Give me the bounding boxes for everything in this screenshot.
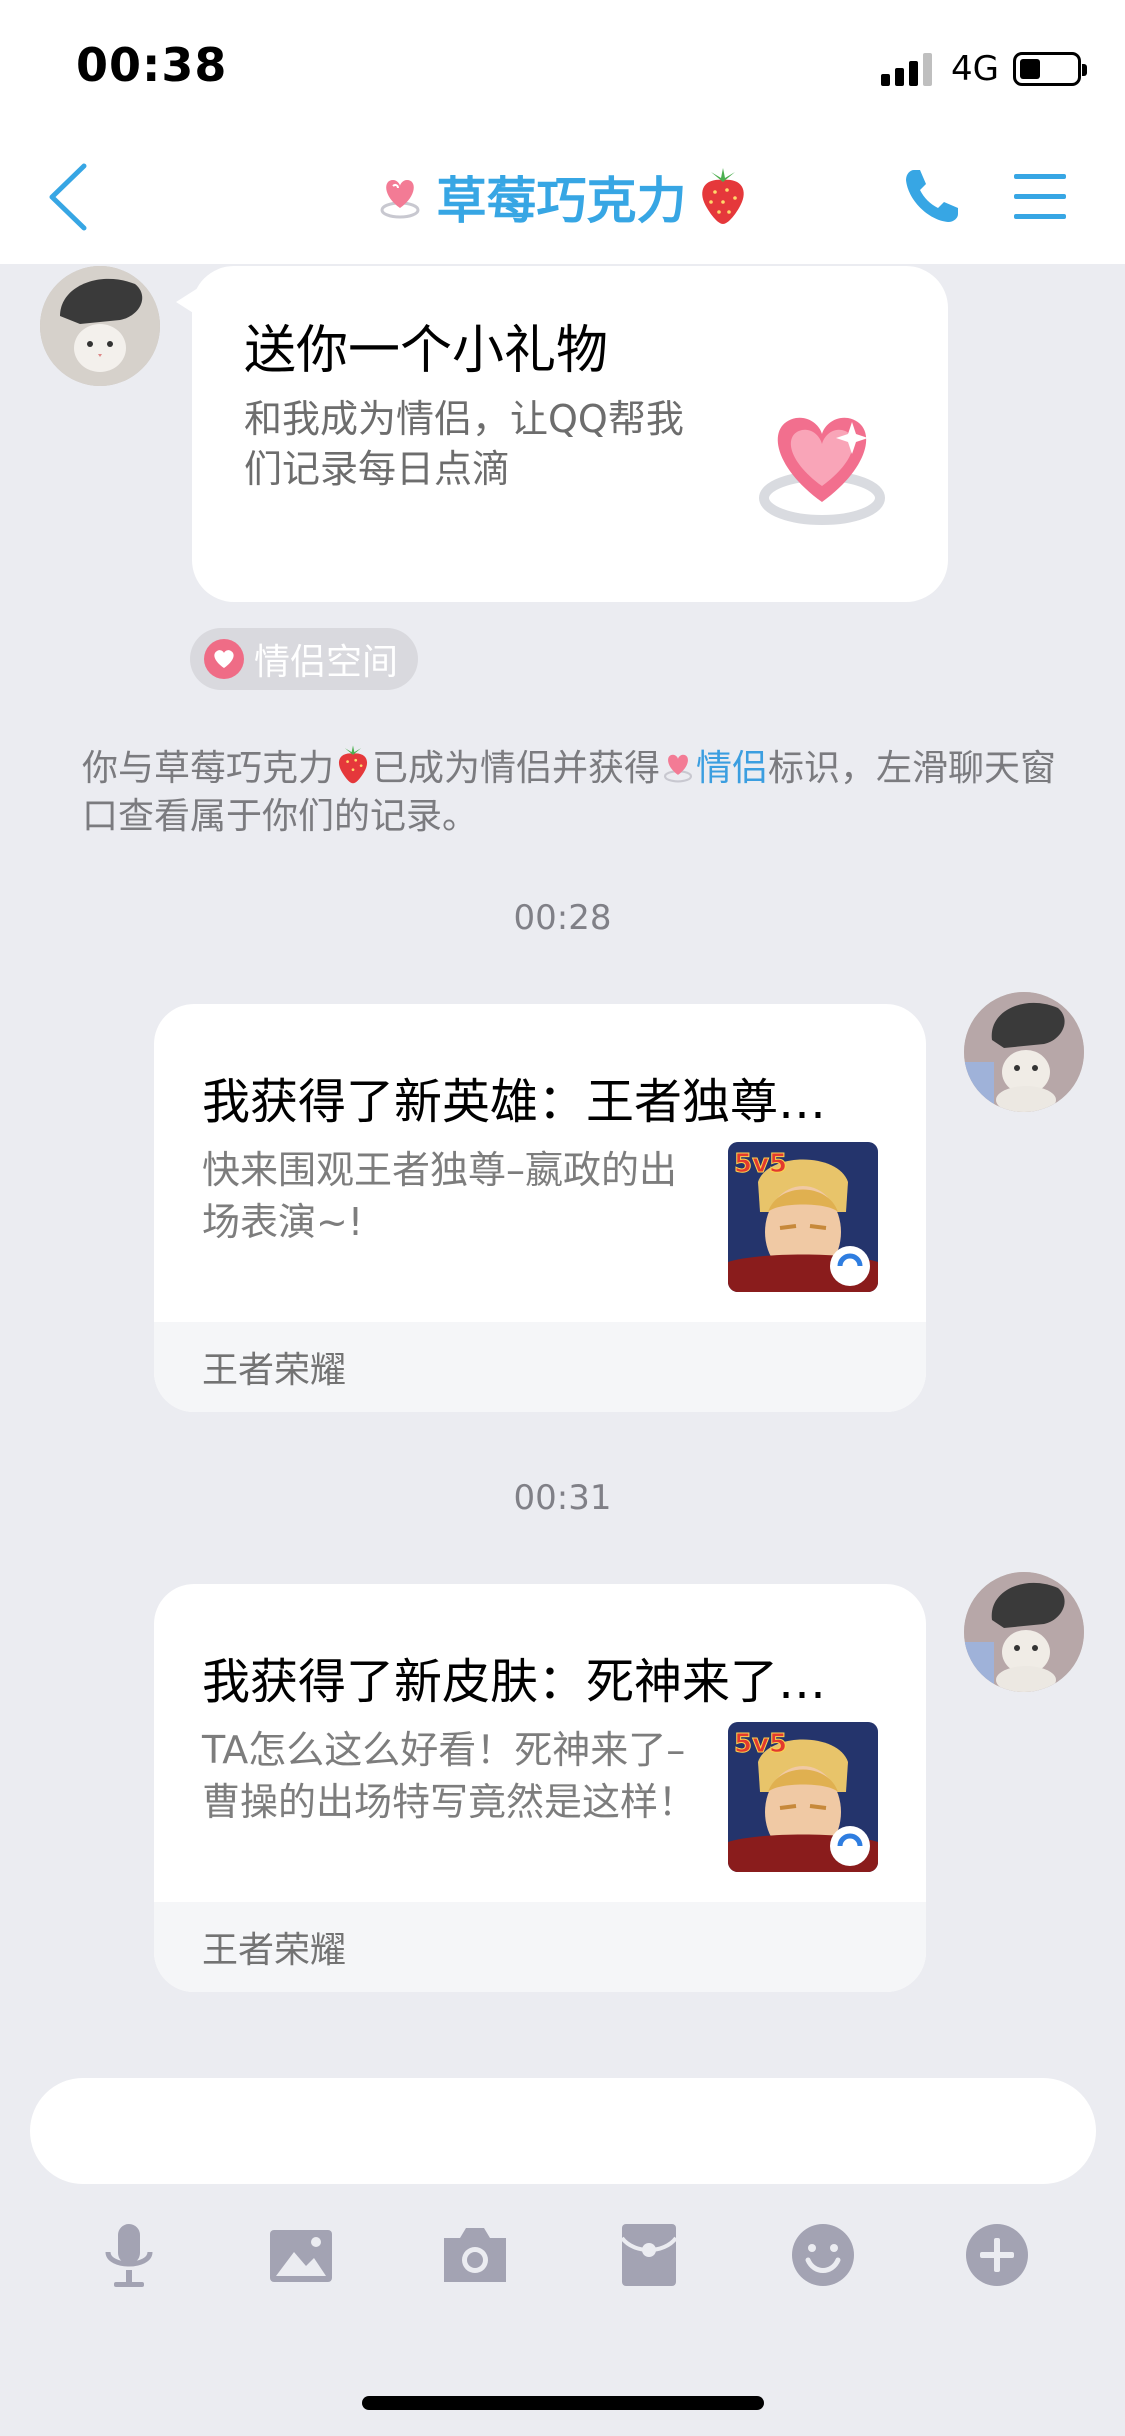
game-share-card[interactable]: 我获得了新皮肤：死神来了… TA怎么这么好看！死神来了–曹操的出场特写竟然是这样… bbox=[154, 1584, 926, 1992]
couple-heart-icon bbox=[380, 180, 419, 219]
avatar[interactable] bbox=[40, 266, 160, 386]
status-time: 00:38 bbox=[76, 38, 228, 92]
game-share-card[interactable]: 我获得了新英雄：王者独尊… 快来围观王者独尊–嬴政的出场表演~! 5v5 王者荣… bbox=[154, 1004, 926, 1412]
couple-heart-icon bbox=[663, 754, 693, 783]
avatar[interactable] bbox=[964, 992, 1084, 1112]
cat-avatar-image bbox=[40, 266, 160, 386]
gift-title: 送你一个小礼物 bbox=[244, 321, 609, 381]
gift-message-bubble[interactable]: 送你一个小礼物 和我成为情侣，让QQ帮我们记录每日点滴 bbox=[176, 266, 948, 602]
microphone-icon[interactable] bbox=[94, 2220, 164, 2290]
system-message: 你与草莓巧克力 已成为情侣并获得 情侣标识，左滑聊天窗口查看属于你们的记录。 bbox=[82, 744, 1062, 841]
network-label: 4G bbox=[951, 49, 999, 89]
menu-icon[interactable] bbox=[1012, 170, 1068, 222]
battery-icon bbox=[1013, 52, 1087, 86]
couple-space-tag[interactable]: 情侣空间 bbox=[190, 628, 418, 690]
emoji-icon[interactable] bbox=[788, 2220, 858, 2290]
home-indicator[interactable] bbox=[362, 2396, 764, 2410]
timestamp: 00:28 bbox=[513, 898, 612, 938]
signal-icon bbox=[881, 52, 937, 86]
image-icon[interactable] bbox=[266, 2220, 336, 2290]
status-indicators: 4G bbox=[881, 46, 1087, 92]
timestamp: 00:31 bbox=[513, 1478, 612, 1518]
plus-icon[interactable] bbox=[962, 2220, 1032, 2290]
heart-icon bbox=[204, 639, 244, 679]
couple-space-label: 情侣空间 bbox=[254, 642, 399, 683]
game-thumbnail: 5v5 bbox=[728, 1722, 878, 1872]
chat-title-text: 草莓巧克力 bbox=[436, 172, 687, 230]
message-input[interactable] bbox=[30, 2078, 1096, 2184]
system-message-text-1: 你与草莓巧克力 bbox=[82, 748, 335, 789]
gift-description: 和我成为情侣，让QQ帮我们记录每日点滴 bbox=[244, 397, 684, 491]
phone-icon[interactable] bbox=[900, 164, 964, 228]
card-title: 我获得了新英雄：王者独尊… bbox=[202, 1074, 827, 1130]
heart-ring-icon bbox=[759, 417, 885, 525]
cat-avatar-image bbox=[964, 1572, 1084, 1692]
card-source: 王者荣耀 bbox=[154, 1902, 926, 1992]
card-title: 我获得了新皮肤：死神来了… bbox=[202, 1654, 827, 1710]
couple-badge-link[interactable]: 情侣 bbox=[696, 748, 768, 789]
red-packet-icon[interactable] bbox=[614, 2220, 684, 2290]
card-description: TA怎么这么好看！死神来了–曹操的出场特写竟然是这样！ bbox=[202, 1728, 697, 1824]
camera-icon[interactable] bbox=[440, 2220, 510, 2290]
thumb-badge: 5v5 bbox=[734, 1149, 787, 1179]
strawberry-icon bbox=[338, 745, 368, 784]
top-bar: 00:38 4G 草莓巧克力 bbox=[0, 0, 1125, 264]
thumb-badge: 5v5 bbox=[734, 1729, 787, 1759]
avatar[interactable] bbox=[964, 1572, 1084, 1692]
cat-avatar-image bbox=[964, 992, 1084, 1112]
system-message-text-2: 已成为情侣并获得 bbox=[372, 748, 661, 789]
game-thumbnail: 5v5 bbox=[728, 1142, 878, 1292]
strawberry-icon bbox=[701, 168, 744, 224]
card-source: 王者荣耀 bbox=[154, 1322, 926, 1412]
card-description: 快来围观王者独尊–嬴政的出场表演~! bbox=[202, 1148, 678, 1244]
